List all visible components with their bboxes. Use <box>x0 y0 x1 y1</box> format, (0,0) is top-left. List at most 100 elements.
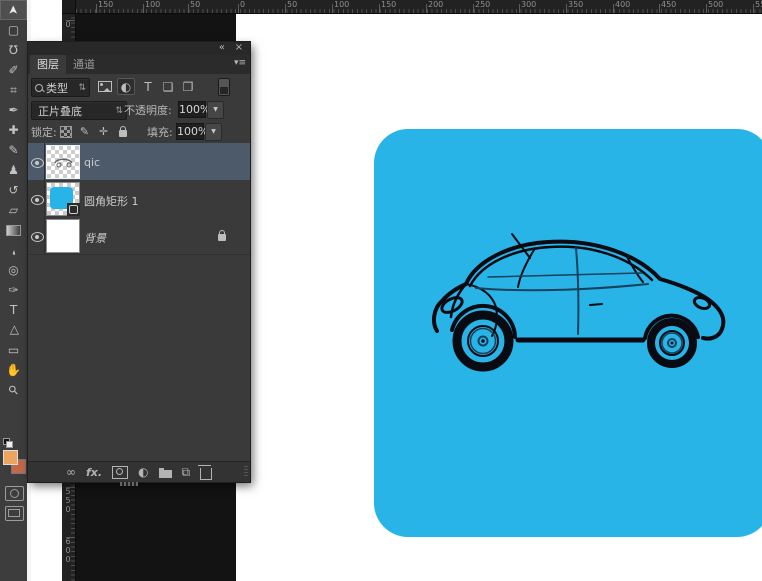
opacity-value[interactable]: 100% <box>178 101 206 118</box>
layer-name[interactable]: 背景 <box>84 230 106 246</box>
crop-tool[interactable]: ⌗ <box>0 80 27 100</box>
picture-icon <box>98 81 112 92</box>
healing-brush-tool[interactable]: ✚ <box>0 120 27 140</box>
filter-adjustment-layers-button[interactable]: ◐ <box>117 78 135 95</box>
panel-titlebar[interactable]: « × <box>28 42 250 55</box>
tab-layers[interactable]: 图层 <box>30 55 66 74</box>
new-adjustment-layer-button[interactable]: ◐ <box>138 466 148 478</box>
marquee-tool[interactable]: ▢ <box>0 20 27 40</box>
type-tool[interactable]: T <box>0 300 27 320</box>
blend-mode-dropdown[interactable]: 正片叠底 ⇅ <box>31 101 127 120</box>
h-ruler-label-150: 150 <box>381 1 396 9</box>
lock-transparent-pixels-button[interactable] <box>57 123 74 140</box>
layer-list: qic 圆角矩形 1 背景 <box>28 143 250 254</box>
filter-type-dropdown[interactable]: 类型 ⇅ <box>31 78 90 97</box>
new-layer-button[interactable]: ⧉ <box>182 466 191 478</box>
lock-all-button[interactable] <box>114 123 131 140</box>
fill-value[interactable]: 100% <box>176 123 204 140</box>
filter-type-layers-button[interactable]: T <box>139 78 157 95</box>
brush-tool-icon: ✎ <box>8 144 18 156</box>
dodge-tool[interactable]: ◎ <box>0 260 27 280</box>
clone-stamp-tool-icon: ♟ <box>8 164 19 176</box>
search-icon <box>35 84 43 92</box>
fill-label: 填充: <box>147 124 173 140</box>
zoom-tool[interactable]: ⚲ <box>0 380 27 400</box>
layer-filter-row: 类型 ⇅ ◐ T ❏ ❐ <box>28 76 250 98</box>
pen-tool[interactable]: ✑ <box>0 280 27 300</box>
h-ruler-label-100: 100 <box>145 1 160 9</box>
updown-arrows-icon: ⇅ <box>75 83 89 93</box>
move-cross-icon: ✛ <box>99 125 108 138</box>
lasso-tool[interactable]: ℧ <box>0 40 27 60</box>
opacity-dropdown-button[interactable]: ▼ <box>207 101 224 119</box>
new-group-button[interactable] <box>159 467 172 478</box>
h-ruler-label-300: 300 <box>521 1 536 9</box>
fill-dropdown-button[interactable]: ▼ <box>205 123 222 141</box>
tab-channels[interactable]: 通道 <box>66 55 102 74</box>
h-ruler-label-250: 250 <box>475 1 490 9</box>
layer-thumbnail[interactable] <box>46 182 80 216</box>
h-ruler-label-0: 0 <box>240 1 245 9</box>
visibility-cell[interactable] <box>28 143 45 180</box>
quick-mask-button[interactable] <box>5 486 24 501</box>
layer-row-background[interactable]: 背景 <box>28 217 250 255</box>
gradient-tool[interactable] <box>0 220 27 240</box>
eraser-tool[interactable]: ▱ <box>0 200 27 220</box>
lasso-tool-icon: ℧ <box>9 44 18 56</box>
layer-style-button[interactable]: fx. <box>86 467 102 478</box>
eye-icon <box>31 158 44 168</box>
layer-thumbnail[interactable] <box>46 145 80 179</box>
marquee-tool-icon: ▢ <box>8 24 19 36</box>
rectangle-tool[interactable]: ▭ <box>0 340 27 360</box>
visibility-cell[interactable] <box>28 217 45 254</box>
layer-name[interactable]: 圆角矩形 1 <box>84 193 139 209</box>
opacity-label: 不透明度: <box>124 102 172 118</box>
close-panel-button[interactable]: × <box>235 42 243 54</box>
quick-selection-tool[interactable]: ✐ <box>0 60 27 80</box>
shape-icon: ❏ <box>163 81 174 93</box>
layer-row-qic[interactable]: qic <box>28 143 250 181</box>
delete-layer-button[interactable] <box>200 465 212 480</box>
history-brush-tool[interactable]: ↺ <box>0 180 27 200</box>
foreground-color-swatch[interactable] <box>3 450 18 465</box>
layer-name[interactable]: qic <box>84 156 100 169</box>
collapse-panel-button[interactable]: « <box>219 42 224 54</box>
eye-icon <box>31 232 44 242</box>
panel-menu-icon[interactable]: ▾≡ <box>234 58 246 68</box>
eyedropper-tool[interactable]: ✒ <box>0 100 27 120</box>
mask-icon <box>112 466 128 479</box>
v-ruler-label-0: 0 <box>64 20 72 29</box>
visibility-cell[interactable] <box>28 180 45 217</box>
lock-image-pixels-button[interactable]: ✎ <box>76 123 93 140</box>
path-selection-tool[interactable]: ▷ <box>0 320 27 340</box>
filter-type-label: 类型 <box>46 80 68 96</box>
blur-tool[interactable]: ❜ <box>0 240 27 260</box>
filter-shape-layers-button[interactable]: ❏ <box>159 78 177 95</box>
filter-smart-object-button[interactable]: ❐ <box>179 78 197 95</box>
brush-tool[interactable]: ✎ <box>0 140 27 160</box>
layer-thumbnail[interactable] <box>46 219 80 253</box>
brush-icon: ✎ <box>80 125 89 138</box>
panel-resize-nub[interactable] <box>120 482 138 486</box>
ruler-corner <box>62 0 76 14</box>
add-layer-mask-button[interactable] <box>112 466 128 479</box>
shape-layer-badge-icon <box>67 203 80 216</box>
car-front-wheel <box>457 315 509 367</box>
move-tool[interactable]: ➤ <box>0 0 27 20</box>
padlock-icon <box>119 130 127 137</box>
layer-filtering-toggle[interactable] <box>218 78 230 96</box>
clone-stamp-tool[interactable]: ♟ <box>0 160 27 180</box>
gradient-tool-icon <box>6 225 21 236</box>
link-layers-button[interactable]: ∞ <box>66 466 76 478</box>
h-ruler-label-550: 550 <box>755 1 762 9</box>
h-ruler-label-400: 400 <box>615 1 630 9</box>
blend-mode-value: 正片叠底 <box>38 103 82 119</box>
layer-row-rounded-rect[interactable]: 圆角矩形 1 <box>28 180 250 218</box>
lock-position-button[interactable]: ✛ <box>95 123 112 140</box>
filter-pixel-layers-button[interactable] <box>96 78 114 95</box>
hand-tool[interactable]: ✋ <box>0 360 27 380</box>
blend-mode-row: 正片叠底 ⇅ 不透明度: 100% ▼ <box>28 99 250 121</box>
screen-mode-button[interactable] <box>5 506 24 521</box>
default-colors-icon[interactable] <box>3 438 12 446</box>
horizontal-ruler: 1501005005010015020025030035040045050055… <box>62 0 762 14</box>
